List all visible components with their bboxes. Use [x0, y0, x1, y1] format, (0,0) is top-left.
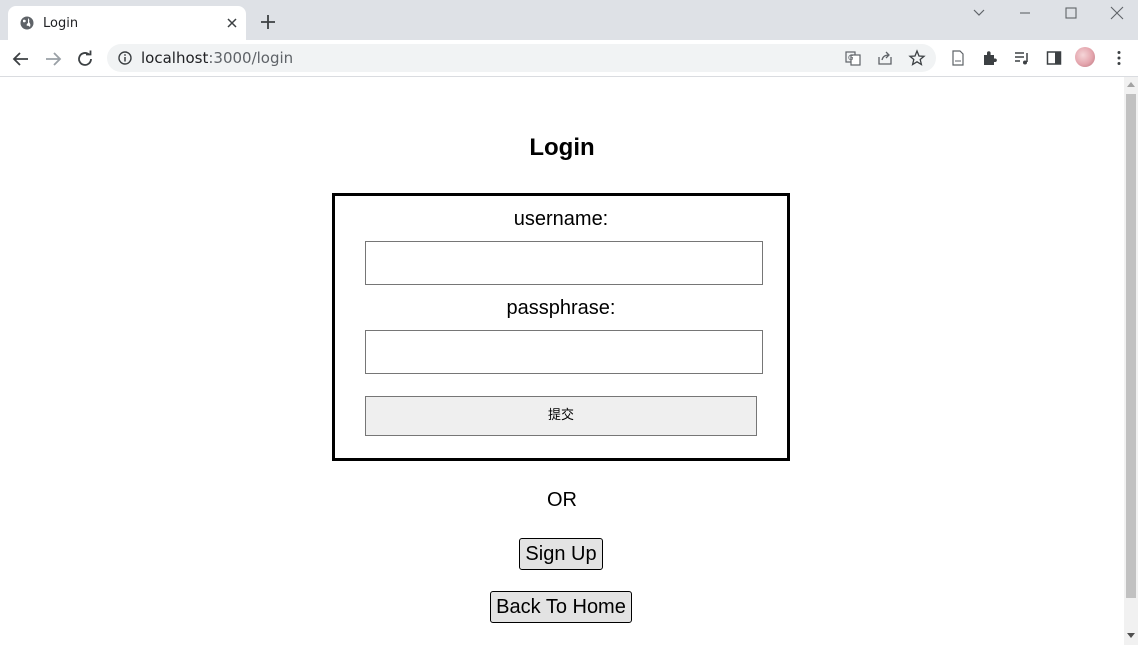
media-control-icon[interactable]	[1013, 49, 1031, 67]
bookmark-star-icon[interactable]	[908, 49, 926, 67]
username-input[interactable]	[365, 241, 763, 285]
more-menu-icon[interactable]	[1110, 49, 1128, 67]
info-icon[interactable]	[118, 51, 132, 65]
scroll-thumb[interactable]	[1126, 94, 1136, 598]
tab-title: Login	[43, 16, 79, 31]
forward-icon[interactable]	[43, 49, 63, 69]
login-form: username: passphrase: 提交	[332, 193, 790, 461]
passphrase-label: passphrase:	[506, 297, 616, 319]
url-path: :3000/login	[208, 49, 294, 67]
browser-toolbar: localhost:3000/login G	[0, 40, 1138, 77]
vertical-scrollbar[interactable]	[1124, 77, 1138, 645]
profile-avatar[interactable]	[1075, 47, 1095, 67]
passphrase-input[interactable]	[365, 330, 763, 374]
username-label: username:	[513, 208, 609, 230]
submit-button[interactable]: 提交	[365, 396, 757, 436]
side-panel-icon[interactable]	[1045, 49, 1063, 67]
or-divider-text: OR	[547, 489, 577, 511]
translate-icon[interactable]: G	[844, 49, 862, 67]
share-icon[interactable]	[876, 49, 894, 67]
tab-search-icon[interactable]	[970, 4, 988, 22]
minimize-icon[interactable]	[1016, 4, 1034, 22]
back-to-home-button[interactable]: Back To Home	[490, 591, 632, 623]
page-title: Login	[529, 134, 595, 161]
reload-icon[interactable]	[75, 49, 95, 69]
svg-text:G: G	[848, 54, 853, 62]
back-icon[interactable]	[11, 49, 31, 69]
extensions-icon[interactable]	[981, 49, 999, 67]
url-host: localhost	[141, 49, 209, 67]
maximize-icon[interactable]	[1062, 4, 1080, 22]
browser-tab[interactable]: Login	[8, 6, 246, 40]
scroll-down-arrow-icon[interactable]	[1127, 633, 1135, 638]
tab-strip: Login	[0, 0, 1138, 40]
globe-icon	[20, 16, 34, 30]
sign-up-button[interactable]: Sign Up	[519, 538, 603, 570]
new-tab-icon[interactable]	[259, 13, 277, 31]
close-window-icon[interactable]	[1108, 4, 1126, 22]
address-bar[interactable]: localhost:3000/login G	[107, 44, 936, 72]
page-icon[interactable]	[949, 49, 967, 67]
close-tab-icon[interactable]	[224, 15, 240, 31]
page-viewport: Login username: passphrase: 提交 OR Sign U…	[0, 77, 1124, 645]
scroll-up-arrow-icon[interactable]	[1127, 82, 1135, 87]
url-text[interactable]: localhost:3000/login	[141, 49, 293, 67]
